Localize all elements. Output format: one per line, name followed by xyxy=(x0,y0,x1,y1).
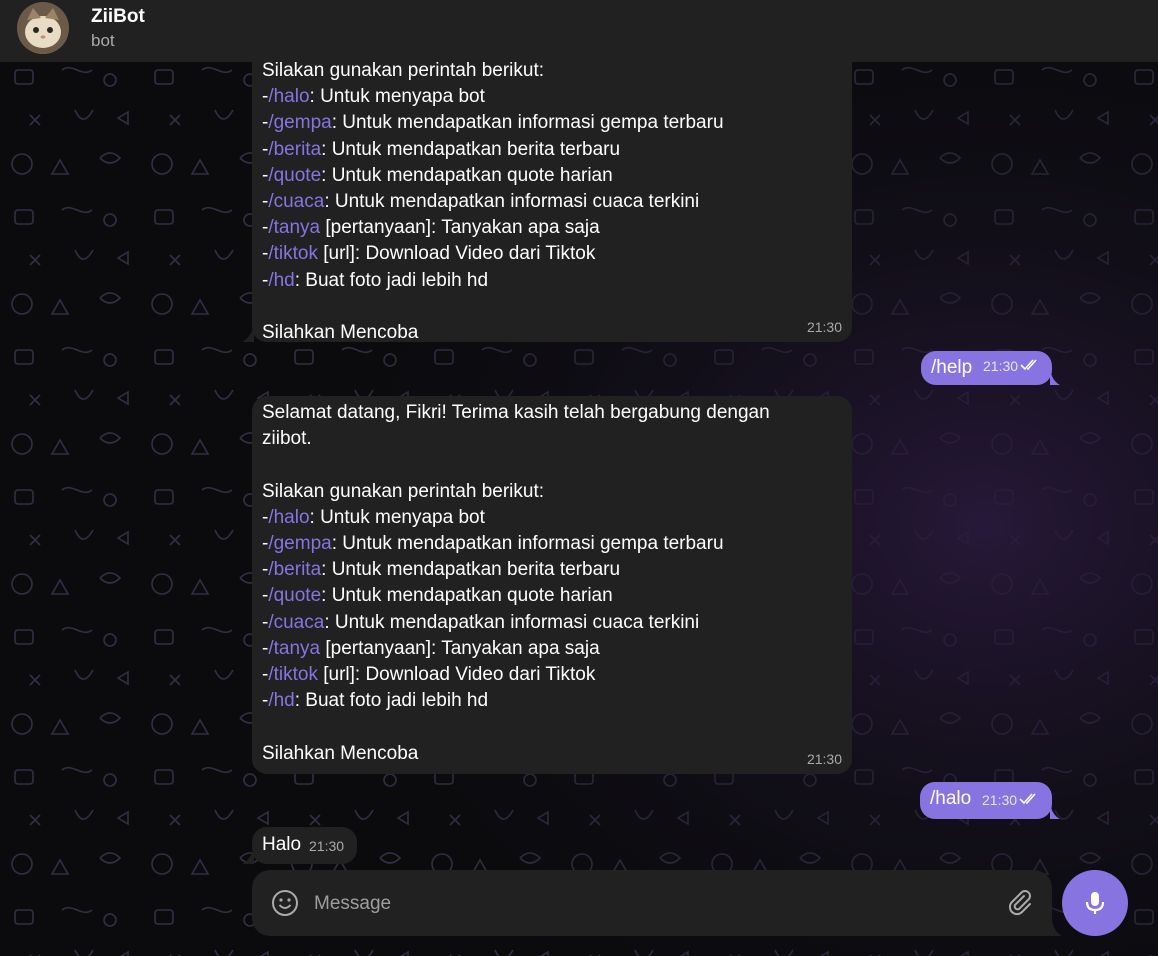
message-time: 21:30 xyxy=(982,787,1039,813)
message-text: Selamat datang, Fikri! Terima kasih tela… xyxy=(262,400,770,767)
message-line: -/cuaca: Untuk mendapatkan informasi cua… xyxy=(262,611,700,633)
message-line: Selamat datang, Fikri! Terima kasih tela… xyxy=(262,402,770,423)
bubble-tail-icon xyxy=(1050,803,1060,819)
command-link[interactable]: /hd xyxy=(268,690,294,711)
command-link[interactable]: /quote xyxy=(268,585,321,606)
message-line: -/tanya [pertanyaan]: Tanyakan apa saja xyxy=(262,637,600,659)
command-link[interactable]: /cuaca xyxy=(268,191,324,212)
message-line: Silahkan Mencoba xyxy=(262,742,419,764)
command-link[interactable]: /berita xyxy=(268,139,321,160)
message-line: -/cuaca: Untuk mendapatkan informasi cua… xyxy=(262,191,700,213)
double-check-icon xyxy=(1019,793,1036,804)
bubble-tail-icon xyxy=(1050,369,1060,385)
bubble-tail-icon xyxy=(242,848,254,864)
message-line: -/quote: Untuk mendapatkan quote harian xyxy=(262,585,613,607)
message-line: -/gempa: Untuk mendapatkan informasi gem… xyxy=(262,533,724,554)
message-bubble-incoming[interactable]: Selamat datang, Fikri! Terima kasih tela… xyxy=(252,396,852,774)
message-line: -/gempa: Untuk mendapatkan informasi gem… xyxy=(262,112,724,134)
message-line: -/halo: Untuk menyapa bot xyxy=(262,86,485,108)
message-line: -/berita: Untuk mendapatkan berita terba… xyxy=(262,138,621,160)
chat-title: ZiiBot xyxy=(91,6,145,27)
message-line: -/berita: Untuk mendapatkan berita terba… xyxy=(262,559,621,581)
message-line xyxy=(262,294,724,320)
message-time: 21:30 xyxy=(309,837,345,854)
message-text: /help xyxy=(931,357,973,378)
command-link[interactable]: /halo xyxy=(268,86,309,107)
command-link[interactable]: /tiktok xyxy=(268,243,318,264)
paperclip-icon[interactable] xyxy=(1004,888,1034,918)
message-line: -/tanya [pertanyaan]: Tanyakan apa saja xyxy=(262,217,600,239)
chat-status: bot xyxy=(91,31,115,50)
command-link[interactable]: /cuaca xyxy=(268,612,324,633)
command-link[interactable]: /gempa xyxy=(268,533,331,554)
message-line: -/tiktok [url]: Download Video dari Tikt… xyxy=(262,664,596,686)
command-link[interactable]: /tanya xyxy=(268,217,320,238)
message-composer xyxy=(252,870,1052,936)
message-line: Silakan gunakan perintah berikut: xyxy=(262,480,545,502)
voice-record-button[interactable] xyxy=(1062,870,1128,936)
message-text: Halo xyxy=(262,834,302,855)
command-link[interactable]: /tanya xyxy=(268,638,320,659)
command-link[interactable]: /tiktok xyxy=(268,664,318,685)
message-line xyxy=(262,452,770,478)
cat-avatar-icon xyxy=(17,2,69,54)
command-link[interactable]: /quote xyxy=(268,165,321,186)
message-text: /halo xyxy=(930,788,972,809)
message-time: 21:30 xyxy=(806,319,842,335)
command-link[interactable]: /halo xyxy=(268,507,309,528)
message-bubble-outgoing[interactable]: /help 21:30 xyxy=(921,351,1052,385)
composer-tail-icon xyxy=(1052,920,1062,936)
double-check-icon xyxy=(1020,359,1037,370)
message-line: -/quote: Untuk mendapatkan quote harian xyxy=(262,164,613,186)
message-line: -/hd: Buat foto jadi lebih hd xyxy=(262,269,489,291)
smile-icon[interactable] xyxy=(270,888,300,918)
message-line: -/tiktok [url]: Download Video dari Tikt… xyxy=(262,243,596,265)
message-bubble-incoming[interactable]: Silakan gunakan perintah berikut: -/halo:… xyxy=(252,36,852,343)
command-link[interactable]: /hd xyxy=(268,270,294,291)
message-bubble-incoming[interactable]: Halo 21:30 xyxy=(252,827,357,864)
message-text: Silakan gunakan perintah berikut: -/halo:… xyxy=(262,58,724,346)
message-line: -/halo: Untuk menyapa bot xyxy=(262,506,485,528)
message-line xyxy=(262,714,770,740)
message-input[interactable] xyxy=(312,888,996,920)
message-line: -/hd: Buat foto jadi lebih hd xyxy=(262,690,489,712)
message-line: ziibot. xyxy=(262,428,312,450)
command-link[interactable]: /berita xyxy=(268,559,321,580)
chat-header[interactable]: ZiiBot bot xyxy=(0,0,1158,62)
message-time: 21:30 xyxy=(806,751,842,767)
bubble-tail-icon xyxy=(242,326,254,342)
message-line: Silahkan Mencoba xyxy=(262,322,419,344)
message-time: 21:30 xyxy=(983,353,1040,379)
avatar[interactable] xyxy=(17,2,69,54)
command-link[interactable]: /gempa xyxy=(268,112,331,133)
message-bubble-outgoing[interactable]: /halo 21:30 xyxy=(920,782,1052,819)
microphone-icon xyxy=(1085,892,1105,914)
